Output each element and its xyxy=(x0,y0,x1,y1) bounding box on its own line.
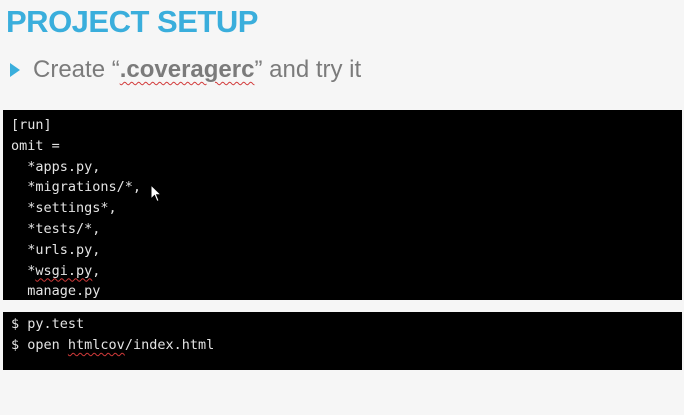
code-line: *tests/*, xyxy=(11,220,101,237)
coveragerc-filename: .coveragerc xyxy=(119,56,255,83)
config-code-panel: [run] omit = *apps.py, *migrations/*, *s… xyxy=(3,110,682,300)
code-line: *apps.py, xyxy=(11,158,101,175)
bullet-point: Create “.coveragerc” and try it xyxy=(10,54,361,86)
code-line: *migrations/*, xyxy=(11,179,142,196)
bullet-prefix: Create “ xyxy=(33,56,120,83)
triangle-bullet-icon xyxy=(10,63,20,77)
command-code-panel: $ py.test $ open htmlcov/index.html xyxy=(3,312,682,370)
code-line-wsgi: *wsgi.py, xyxy=(11,261,682,282)
command-open-prefix: $ open xyxy=(11,336,68,353)
command-open-rest: /index.html xyxy=(124,336,215,353)
mouse-pointer-icon xyxy=(150,183,164,204)
code-line: [run] xyxy=(11,117,52,133)
htmlcov-flagged-word: htmlcov xyxy=(67,336,125,353)
bullet-text: Create “.coveragerc” and try it xyxy=(33,56,361,84)
code-line: omit = xyxy=(11,137,60,154)
code-line: manage.py xyxy=(11,283,101,300)
code-line: *settings*, xyxy=(11,200,117,217)
command-line-pytest: $ py.test xyxy=(11,316,85,332)
wsgi-rest: , xyxy=(92,262,101,279)
wsgi-indent: * xyxy=(11,262,36,279)
code-line: *urls.py, xyxy=(11,241,101,258)
slide-title: PROJECT SETUP xyxy=(6,4,258,39)
bullet-suffix: ” and try it xyxy=(254,56,362,83)
command-line-open: $ open htmlcov/index.html xyxy=(11,335,682,356)
wsgi-flagged-word: wsgi.py xyxy=(35,262,93,279)
